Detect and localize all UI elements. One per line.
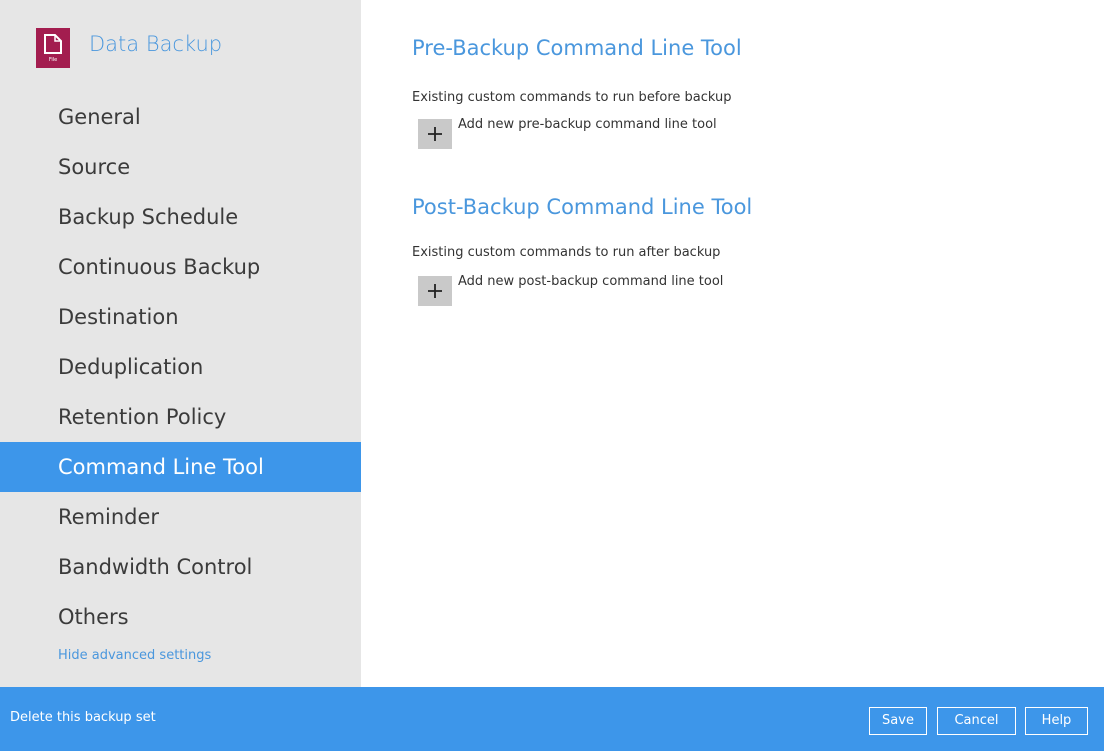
cancel-button[interactable]: Cancel: [937, 707, 1016, 735]
sidebar-nav: General Source Backup Schedule Continuou…: [0, 92, 361, 642]
file-icon-caption: File: [48, 57, 58, 63]
delete-backup-set-link[interactable]: Delete this backup set: [10, 710, 156, 725]
add-pre-backup-button[interactable]: [418, 119, 452, 149]
sidebar-item-source[interactable]: Source: [0, 142, 361, 192]
sidebar-item-general[interactable]: General: [0, 92, 361, 142]
save-button[interactable]: Save: [869, 707, 927, 735]
sidebar-item-destination[interactable]: Destination: [0, 292, 361, 342]
add-pre-backup-label[interactable]: Add new pre-backup command line tool: [458, 117, 717, 132]
sidebar-item-reminder[interactable]: Reminder: [0, 492, 361, 542]
sidebar-item-deduplication[interactable]: Deduplication: [0, 342, 361, 392]
help-button[interactable]: Help: [1025, 707, 1088, 735]
plus-icon: [428, 127, 442, 141]
file-icon: File: [36, 28, 70, 68]
plus-icon: [428, 284, 442, 298]
hide-advanced-settings-link[interactable]: Hide advanced settings: [58, 648, 211, 663]
sidebar-item-command-line-tool[interactable]: Command Line Tool: [0, 442, 361, 492]
sidebar-item-backup-schedule[interactable]: Backup Schedule: [0, 192, 361, 242]
app-title: Data Backup: [89, 32, 223, 56]
sidebar-item-retention-policy[interactable]: Retention Policy: [0, 392, 361, 442]
sidebar-item-others[interactable]: Others: [0, 592, 361, 642]
add-post-backup-button[interactable]: [418, 276, 452, 306]
sidebar-item-continuous-backup[interactable]: Continuous Backup: [0, 242, 361, 292]
post-backup-description: Existing custom commands to run after ba…: [412, 245, 721, 260]
bottom-bar: Delete this backup set Save Cancel Help: [0, 687, 1104, 751]
sidebar: File Data Backup General Source Backup S…: [0, 0, 361, 687]
post-backup-title: Post-Backup Command Line Tool: [412, 195, 753, 219]
sidebar-item-bandwidth-control[interactable]: Bandwidth Control: [0, 542, 361, 592]
add-post-backup-label[interactable]: Add new post-backup command line tool: [458, 274, 723, 289]
pre-backup-title: Pre-Backup Command Line Tool: [412, 36, 742, 60]
pre-backup-description: Existing custom commands to run before b…: [412, 90, 732, 105]
